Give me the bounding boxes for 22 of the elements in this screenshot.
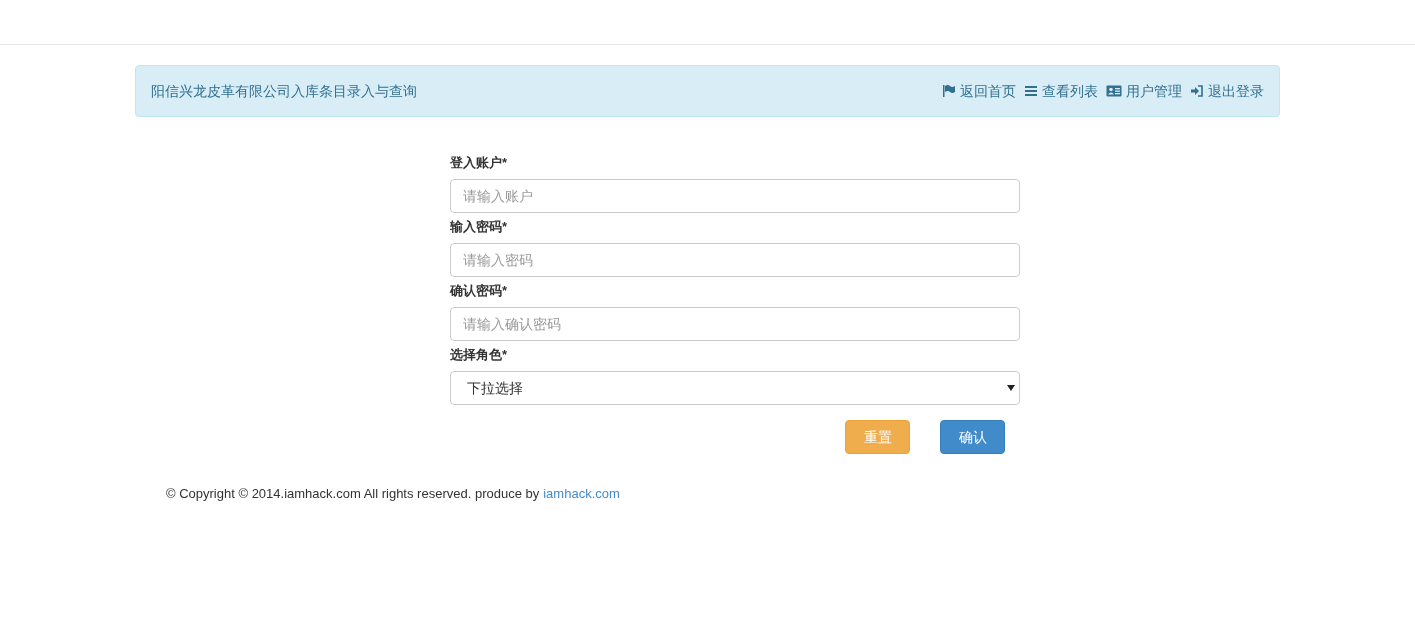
form-button[interactable]: 确认 [940,420,1005,454]
select-value: 下拉选择 [467,378,523,398]
nav-link[interactable]: 查看列表 [1024,80,1098,102]
nav-link[interactable]: 返回首页 [942,80,1016,102]
page-title: 阳信兴龙皮革有限公司入库条目录入与查询 [151,81,417,101]
flag-icon [942,84,956,98]
footer-link[interactable]: iamhack.com [543,484,620,504]
input-field[interactable]: 请输入密码 [450,243,1020,277]
nav-link[interactable]: 用户管理 [1106,80,1182,102]
input-field[interactable]: 请输入确认密码 [450,307,1020,341]
field-label: 登入账户* [450,154,509,172]
input-field[interactable]: 请输入账户 [450,179,1020,213]
copyright-text: © Copyright © 2014.iamhack.com All rights reserved. produce by [166,485,540,503]
sign-in-icon [1190,84,1204,98]
id-card-icon [1106,84,1122,98]
list-icon [1024,84,1038,98]
caret-icon [1007,385,1015,391]
field-label: 输入密码* [450,218,509,236]
field-label: 选择角色* [450,346,509,364]
field-label: 确认密码* [450,282,509,300]
nav-link[interactable]: 退出登录 [1190,80,1264,102]
select-field[interactable]: 下拉选择 [450,371,1020,405]
